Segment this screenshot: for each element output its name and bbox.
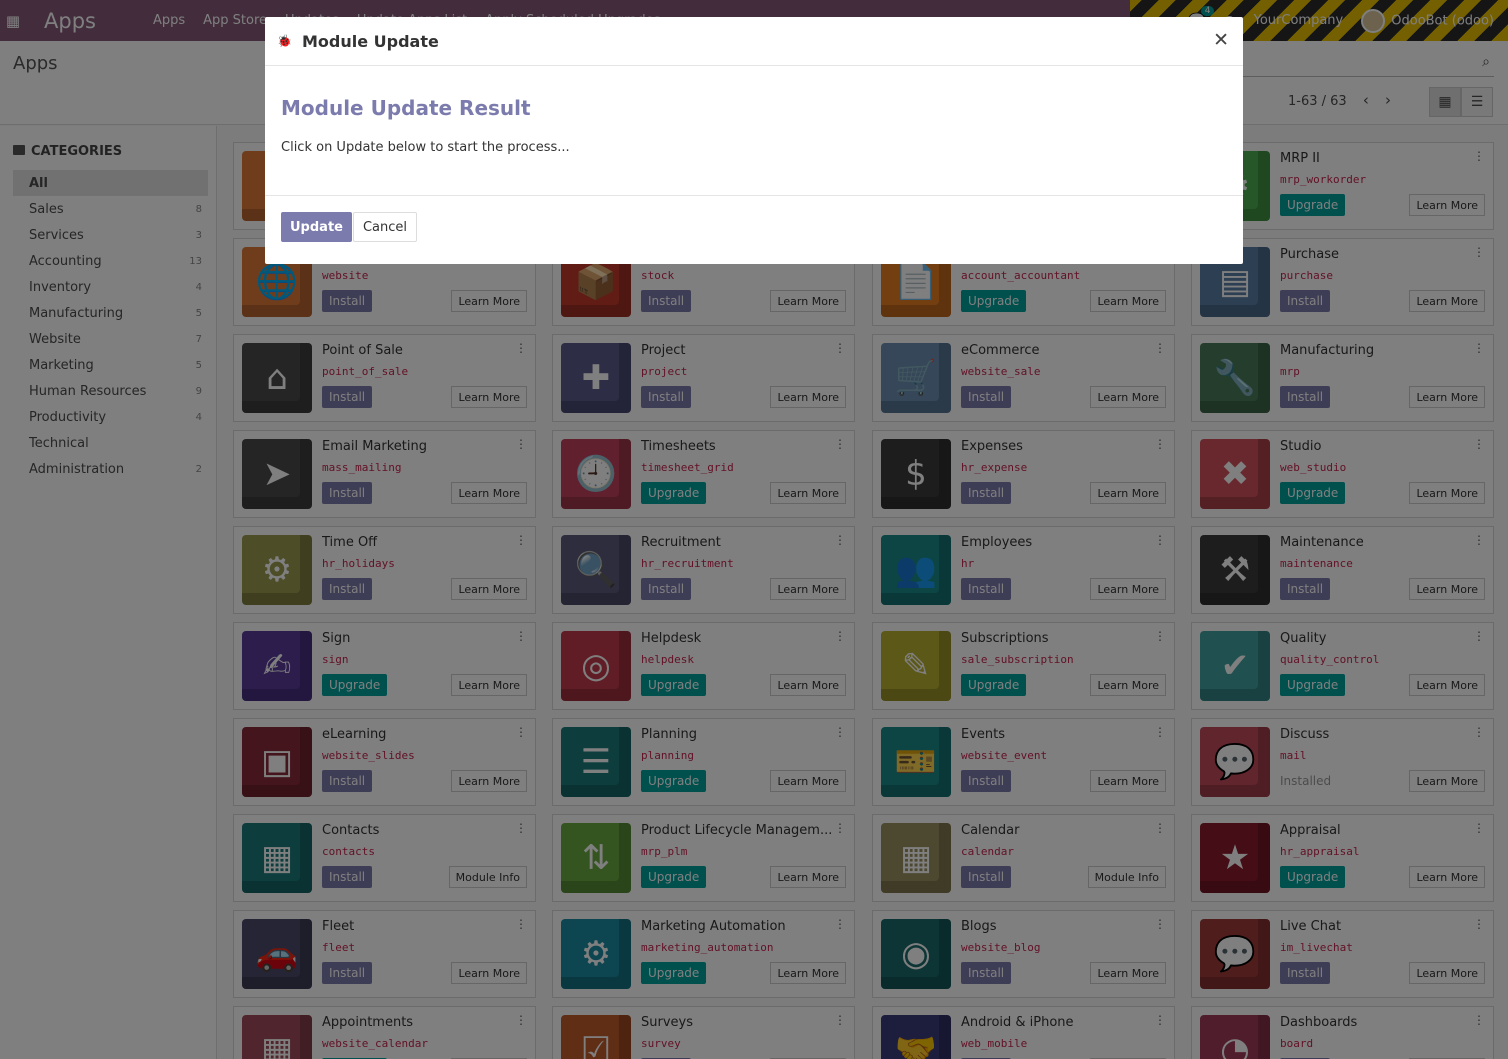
instruction-text: Click on Update below to start the proce… [281, 140, 570, 155]
dialog-title: Module Update [301, 31, 439, 51]
result-heading: Module Update Result [281, 96, 531, 120]
close-icon[interactable]: ✕ [1213, 29, 1229, 51]
dialog-footer: Update Cancel [265, 196, 1243, 258]
module-update-dialog: 🐞 Module Update ✕ Module Update Result C… [265, 17, 1243, 264]
dialog-header: 🐞 Module Update ✕ [265, 17, 1243, 66]
dialog-body: Module Update Result Click on Update bel… [265, 66, 1243, 196]
update-button[interactable]: Update [281, 212, 352, 242]
cancel-button[interactable]: Cancel [352, 212, 418, 242]
bug-icon: 🐞 [277, 34, 292, 48]
